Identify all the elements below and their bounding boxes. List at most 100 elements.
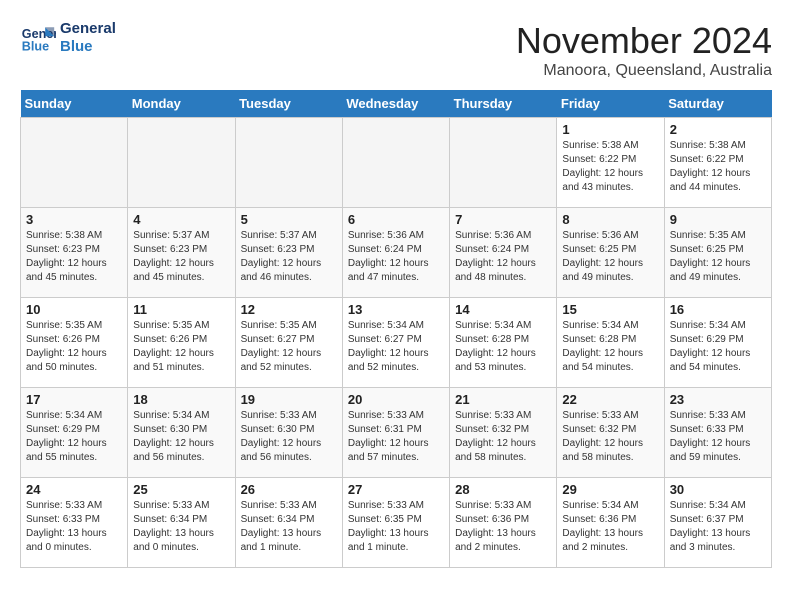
day-number: 21	[455, 392, 551, 407]
day-info: Sunrise: 5:33 AM Sunset: 6:33 PM Dayligh…	[670, 409, 766, 465]
calendar-cell: 11Sunrise: 5:35 AM Sunset: 6:26 PM Dayli…	[128, 298, 235, 388]
calendar-cell: 25 Sunrise: 5:33 AM Sunset: 6:34 PM Dayli…	[128, 478, 235, 568]
col-header-wednesday: Wednesday	[342, 90, 449, 118]
day-info: Sunrise: 5:38 AM Sunset: 6:23 PM Dayligh…	[26, 229, 122, 285]
calendar-cell: 22Sunrise: 5:33 AM Sunset: 6:32 PM Dayli…	[557, 388, 664, 478]
calendar-cell: 16 Sunrise: 5:34 AM Sunset: 6:29 PM Dayli…	[664, 298, 771, 388]
calendar-cell: 30 Sunrise: 5:34 AM Sunset: 6:37 PM Dayli…	[664, 478, 771, 568]
day-number: 8	[562, 212, 658, 227]
day-number: 16	[670, 302, 766, 317]
day-info: Sunrise: 5:38 AM Sunset: 6:22 PM Dayligh…	[670, 139, 766, 195]
calendar-cell	[21, 118, 128, 208]
calendar-cell: 14 Sunrise: 5:34 AM Sunset: 6:28 PM Dayli…	[450, 298, 557, 388]
calendar-cell	[342, 118, 449, 208]
calendar-cell	[128, 118, 235, 208]
calendar-cell: 15Sunrise: 5:34 AM Sunset: 6:28 PM Dayli…	[557, 298, 664, 388]
day-info: Sunrise: 5:37 AM Sunset: 6:23 PM Dayligh…	[241, 229, 337, 285]
day-number: 14	[455, 302, 551, 317]
week-row-1: 1 Sunrise: 5:38 AM Sunset: 6:22 PM Daylig…	[21, 118, 772, 208]
svg-text:Blue: Blue	[22, 40, 49, 54]
day-info: Sunrise: 5:35 AM Sunset: 6:27 PM Dayligh…	[241, 319, 337, 375]
day-number: 11	[133, 302, 229, 317]
day-info: Sunrise: 5:37 AM Sunset: 6:23 PM Dayligh…	[133, 229, 229, 285]
day-number: 27	[348, 482, 444, 497]
day-number: 7	[455, 212, 551, 227]
day-info: Sunrise: 5:34 AM Sunset: 6:30 PM Dayligh…	[133, 409, 229, 465]
day-info: Sunrise: 5:35 AM Sunset: 6:25 PM Dayligh…	[670, 229, 766, 285]
day-number: 25	[133, 482, 229, 497]
day-info: Sunrise: 5:33 AM Sunset: 6:34 PM Dayligh…	[241, 499, 337, 555]
col-header-friday: Friday	[557, 90, 664, 118]
calendar-table: SundayMondayTuesdayWednesdayThursdayFrid…	[20, 90, 772, 568]
day-info: Sunrise: 5:33 AM Sunset: 6:32 PM Dayligh…	[562, 409, 658, 465]
calendar-cell: 7Sunrise: 5:36 AM Sunset: 6:24 PM Daylig…	[450, 208, 557, 298]
logo: General Blue General Blue	[20, 20, 116, 56]
day-number: 4	[133, 212, 229, 227]
header-row: SundayMondayTuesdayWednesdayThursdayFrid…	[21, 90, 772, 118]
day-number: 26	[241, 482, 337, 497]
day-number: 17	[26, 392, 122, 407]
day-number: 24	[26, 482, 122, 497]
day-info: Sunrise: 5:33 AM Sunset: 6:30 PM Dayligh…	[241, 409, 337, 465]
col-header-monday: Monday	[128, 90, 235, 118]
col-header-thursday: Thursday	[450, 90, 557, 118]
logo-icon: General Blue	[20, 20, 56, 56]
calendar-cell: 23Sunrise: 5:33 AM Sunset: 6:33 PM Dayli…	[664, 388, 771, 478]
location-title: Manoora, Queensland, Australia	[516, 62, 772, 80]
col-header-tuesday: Tuesday	[235, 90, 342, 118]
day-number: 9	[670, 212, 766, 227]
calendar-cell: 10 Sunrise: 5:35 AM Sunset: 6:26 PM Dayli…	[21, 298, 128, 388]
title-section: November 2024 Manoora, Queensland, Austr…	[516, 20, 772, 80]
calendar-cell: 21Sunrise: 5:33 AM Sunset: 6:32 PM Dayli…	[450, 388, 557, 478]
day-number: 6	[348, 212, 444, 227]
calendar-cell: 24Sunrise: 5:33 AM Sunset: 6:33 PM Dayli…	[21, 478, 128, 568]
month-title: November 2024	[516, 20, 772, 62]
day-number: 12	[241, 302, 337, 317]
day-info: Sunrise: 5:36 AM Sunset: 6:24 PM Dayligh…	[348, 229, 444, 285]
day-number: 3	[26, 212, 122, 227]
day-number: 5	[241, 212, 337, 227]
day-info: Sunrise: 5:33 AM Sunset: 6:35 PM Dayligh…	[348, 499, 444, 555]
day-info: Sunrise: 5:33 AM Sunset: 6:36 PM Dayligh…	[455, 499, 551, 555]
day-info: Sunrise: 5:34 AM Sunset: 6:37 PM Dayligh…	[670, 499, 766, 555]
calendar-cell: 6 Sunrise: 5:36 AM Sunset: 6:24 PM Daylig…	[342, 208, 449, 298]
day-number: 20	[348, 392, 444, 407]
day-info: Sunrise: 5:34 AM Sunset: 6:29 PM Dayligh…	[670, 319, 766, 375]
week-row-4: 17 Sunrise: 5:34 AM Sunset: 6:29 PM Dayli…	[21, 388, 772, 478]
day-number: 1	[562, 122, 658, 137]
calendar-cell: 18 Sunrise: 5:34 AM Sunset: 6:30 PM Dayli…	[128, 388, 235, 478]
day-number: 30	[670, 482, 766, 497]
calendar-cell: 1 Sunrise: 5:38 AM Sunset: 6:22 PM Daylig…	[557, 118, 664, 208]
calendar-cell: 2Sunrise: 5:38 AM Sunset: 6:22 PM Daylig…	[664, 118, 771, 208]
day-info: Sunrise: 5:34 AM Sunset: 6:27 PM Dayligh…	[348, 319, 444, 375]
calendar-cell: 9 Sunrise: 5:35 AM Sunset: 6:25 PM Daylig…	[664, 208, 771, 298]
day-info: Sunrise: 5:34 AM Sunset: 6:28 PM Dayligh…	[455, 319, 551, 375]
logo-line1: General	[60, 20, 116, 38]
calendar-cell: 27 Sunrise: 5:33 AM Sunset: 6:35 PM Dayli…	[342, 478, 449, 568]
day-number: 13	[348, 302, 444, 317]
day-number: 18	[133, 392, 229, 407]
calendar-cell: 20 Sunrise: 5:33 AM Sunset: 6:31 PM Dayli…	[342, 388, 449, 478]
week-row-3: 10 Sunrise: 5:35 AM Sunset: 6:26 PM Dayli…	[21, 298, 772, 388]
calendar-cell: 26 Sunrise: 5:33 AM Sunset: 6:34 PM Dayli…	[235, 478, 342, 568]
day-info: Sunrise: 5:34 AM Sunset: 6:36 PM Dayligh…	[562, 499, 658, 555]
calendar-cell: 29 Sunrise: 5:34 AM Sunset: 6:36 PM Dayli…	[557, 478, 664, 568]
day-info: Sunrise: 5:34 AM Sunset: 6:28 PM Dayligh…	[562, 319, 658, 375]
calendar-cell	[235, 118, 342, 208]
day-number: 10	[26, 302, 122, 317]
col-header-sunday: Sunday	[21, 90, 128, 118]
day-info: Sunrise: 5:34 AM Sunset: 6:29 PM Dayligh…	[26, 409, 122, 465]
day-number: 19	[241, 392, 337, 407]
day-number: 29	[562, 482, 658, 497]
calendar-cell: 5 Sunrise: 5:37 AM Sunset: 6:23 PM Daylig…	[235, 208, 342, 298]
day-info: Sunrise: 5:38 AM Sunset: 6:22 PM Dayligh…	[562, 139, 658, 195]
week-row-2: 3 Sunrise: 5:38 AM Sunset: 6:23 PM Daylig…	[21, 208, 772, 298]
calendar-cell: 17 Sunrise: 5:34 AM Sunset: 6:29 PM Dayli…	[21, 388, 128, 478]
day-info: Sunrise: 5:33 AM Sunset: 6:31 PM Dayligh…	[348, 409, 444, 465]
calendar-cell: 3 Sunrise: 5:38 AM Sunset: 6:23 PM Daylig…	[21, 208, 128, 298]
calendar-cell: 4 Sunrise: 5:37 AM Sunset: 6:23 PM Daylig…	[128, 208, 235, 298]
day-info: Sunrise: 5:35 AM Sunset: 6:26 PM Dayligh…	[26, 319, 122, 375]
week-row-5: 24Sunrise: 5:33 AM Sunset: 6:33 PM Dayli…	[21, 478, 772, 568]
col-header-saturday: Saturday	[664, 90, 771, 118]
day-info: Sunrise: 5:33 AM Sunset: 6:34 PM Dayligh…	[133, 499, 229, 555]
